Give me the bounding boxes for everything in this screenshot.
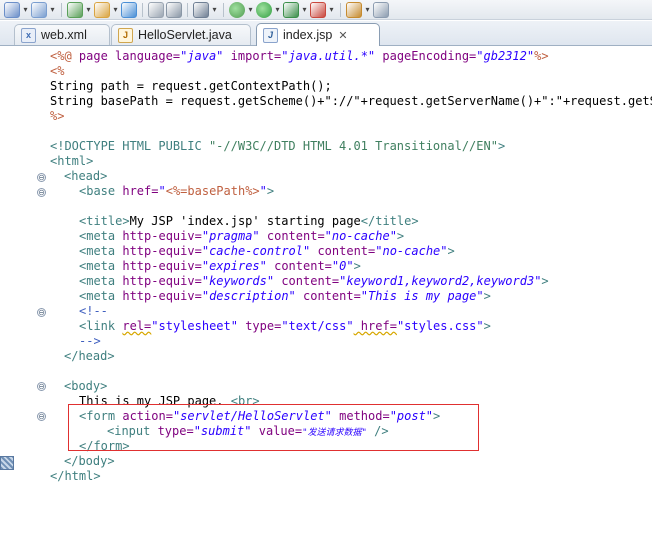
chevron-down-icon[interactable]: ▾ xyxy=(112,5,119,14)
code-line: <title>My JSP 'index.jsp' starting page<… xyxy=(79,214,419,228)
code-line: <meta http-equiv="description" content="… xyxy=(79,289,491,303)
code-line: <head> xyxy=(64,169,108,183)
toolbar-separator xyxy=(340,2,341,17)
java-file-icon: J xyxy=(118,27,133,43)
chevron-down-icon[interactable]: ▾ xyxy=(274,5,281,14)
breakpoint-marker[interactable] xyxy=(0,456,14,470)
toolbar-separator xyxy=(142,2,143,17)
code-line: String path = request.getContextPath(); xyxy=(50,79,332,93)
main-toolbar: ▾ ▾ ▾ ▾ ▾ ▾ ▾ ▾ ▾ ▾ xyxy=(0,0,652,20)
code-line: <meta http-equiv="pragma" content="no-ca… xyxy=(79,229,405,243)
chevron-down-icon[interactable]: ▾ xyxy=(22,5,29,14)
editor-gutter xyxy=(0,46,15,542)
toolbar-separator xyxy=(61,2,62,17)
new-class-icon[interactable] xyxy=(67,1,83,18)
new-wizard-icon[interactable] xyxy=(4,1,20,18)
code-line: <meta http-equiv="expires" content="0"> xyxy=(79,259,361,273)
disconnect-icon[interactable] xyxy=(148,1,164,18)
code-line: %> xyxy=(50,109,65,123)
code-line: String basePath = request.getScheme()+":… xyxy=(50,94,652,108)
code-line: --> xyxy=(79,334,101,348)
code-line: <meta http-equiv="keywords" content="key… xyxy=(79,274,549,288)
code-line: <link rel="stylesheet" type="text/css" h… xyxy=(79,319,491,333)
chevron-down-icon[interactable]: ▾ xyxy=(49,5,56,14)
tab-label: HelloServlet.java xyxy=(138,28,232,42)
chevron-down-icon[interactable]: ▾ xyxy=(247,5,254,14)
open-type-icon[interactable] xyxy=(94,1,110,18)
fold-toggle-body[interactable]: ⊖ xyxy=(37,382,46,391)
tab-label: index.jsp xyxy=(283,28,333,42)
chevron-down-icon[interactable]: ▾ xyxy=(364,5,371,14)
editor-tab-bar: x web.xml J HelloServlet.java J index.js… xyxy=(0,21,652,46)
open-resource-icon[interactable] xyxy=(373,1,389,18)
fold-toggle-form[interactable]: ⊖ xyxy=(37,412,46,421)
code-editor[interactable]: <%@ page language="java" import="java.ut… xyxy=(50,47,652,542)
tab-web-xml[interactable]: x web.xml xyxy=(14,24,110,45)
code-line: <body> xyxy=(64,379,108,393)
package-icon[interactable] xyxy=(346,1,362,18)
code-line: <!-- xyxy=(79,304,108,318)
coverage-icon[interactable] xyxy=(283,1,299,18)
jsp-file-icon: J xyxy=(263,27,278,43)
tab-index-jsp[interactable]: J index.jsp ✕ xyxy=(256,23,380,46)
code-line: <base href="<%=basePath%>"> xyxy=(79,184,275,198)
globe-icon[interactable] xyxy=(121,1,137,18)
debug-icon[interactable] xyxy=(229,1,245,18)
toolbar-separator xyxy=(223,2,224,17)
code-line: <% xyxy=(50,64,65,78)
run-wizard-icon[interactable] xyxy=(31,1,47,18)
fold-toggle-head[interactable]: ⊖ xyxy=(37,188,46,197)
code-line: </html> xyxy=(50,469,101,483)
toolbar-separator xyxy=(187,2,188,17)
folding-ruler xyxy=(14,46,32,542)
chevron-down-icon[interactable]: ▾ xyxy=(328,5,335,14)
code-line: <%@ page language="java" import="java.ut… xyxy=(50,49,549,63)
fold-toggle-html[interactable]: ⊖ xyxy=(37,173,46,182)
code-line: </head> xyxy=(64,349,115,363)
code-line: <html> xyxy=(50,154,94,168)
run-icon[interactable] xyxy=(256,1,272,18)
server-icon[interactable] xyxy=(193,1,209,18)
code-line: </body> xyxy=(64,454,115,468)
fold-toggle-comment[interactable]: ⊖ xyxy=(37,308,46,317)
close-icon[interactable]: ✕ xyxy=(338,29,347,42)
code-line: <meta http-equiv="cache-control" content… xyxy=(79,244,455,258)
annotation-highlight-box xyxy=(68,404,479,451)
search-icon[interactable] xyxy=(166,1,182,18)
external-tools-icon[interactable] xyxy=(310,1,326,18)
code-line: <!DOCTYPE HTML PUBLIC "-//W3C//DTD HTML … xyxy=(50,139,506,153)
tab-label: web.xml xyxy=(41,28,87,42)
chevron-down-icon[interactable]: ▾ xyxy=(211,5,218,14)
chevron-down-icon[interactable]: ▾ xyxy=(85,5,92,14)
chevron-down-icon[interactable]: ▾ xyxy=(301,5,308,14)
tab-helloservlet-java[interactable]: J HelloServlet.java xyxy=(111,24,251,45)
xml-file-icon: x xyxy=(21,27,36,43)
